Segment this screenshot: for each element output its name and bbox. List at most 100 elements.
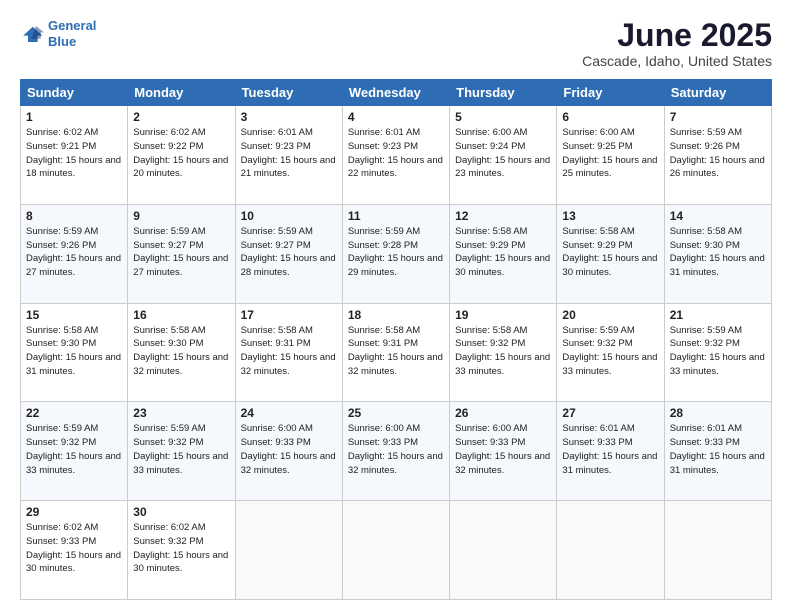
day-info: Sunrise: 6:01 AMSunset: 9:23 PMDaylight:… — [348, 126, 444, 181]
day-info: Sunrise: 6:02 AMSunset: 9:33 PMDaylight:… — [26, 521, 122, 576]
day-number: 20 — [562, 308, 658, 322]
day-info: Sunrise: 5:59 AMSunset: 9:26 PMDaylight:… — [26, 225, 122, 280]
day-number: 19 — [455, 308, 551, 322]
logo: General Blue — [20, 18, 96, 49]
calendar-week-row: 29 Sunrise: 6:02 AMSunset: 9:33 PMDayligh… — [21, 501, 772, 600]
day-info: Sunrise: 5:58 AMSunset: 9:30 PMDaylight:… — [133, 324, 229, 379]
day-info: Sunrise: 6:00 AMSunset: 9:33 PMDaylight:… — [241, 422, 337, 477]
calendar-cell: 8Sunrise: 5:59 AMSunset: 9:26 PMDaylight… — [21, 204, 128, 303]
calendar-cell — [450, 501, 557, 600]
calendar-cell: 27 Sunrise: 6:01 AMSunset: 9:33 PMDayligh… — [557, 402, 664, 501]
calendar-cell: 4 Sunrise: 6:01 AMSunset: 9:23 PMDaylight… — [342, 106, 449, 205]
calendar-cell: 6 Sunrise: 6:00 AMSunset: 9:25 PMDaylight… — [557, 106, 664, 205]
day-number: 4 — [348, 110, 444, 124]
calendar-header-wednesday: Wednesday — [342, 80, 449, 106]
calendar-cell — [664, 501, 771, 600]
day-info: Sunrise: 5:59 AMSunset: 9:27 PMDaylight:… — [133, 225, 229, 280]
day-number: 16 — [133, 308, 229, 322]
calendar-header-tuesday: Tuesday — [235, 80, 342, 106]
day-info: Sunrise: 5:58 AMSunset: 9:29 PMDaylight:… — [455, 225, 551, 280]
calendar-header-row: SundayMondayTuesdayWednesdayThursdayFrid… — [21, 80, 772, 106]
day-number: 10 — [241, 209, 337, 223]
calendar-cell: 21Sunrise: 5:59 AMSunset: 9:32 PMDayligh… — [664, 303, 771, 402]
day-info: Sunrise: 5:59 AMSunset: 9:32 PMDaylight:… — [562, 324, 658, 379]
calendar-cell: 12 Sunrise: 5:58 AMSunset: 9:29 PMDayligh… — [450, 204, 557, 303]
day-info: Sunrise: 6:00 AMSunset: 9:33 PMDaylight:… — [348, 422, 444, 477]
day-info: Sunrise: 6:02 AMSunset: 9:32 PMDaylight:… — [133, 521, 229, 576]
calendar-header-thursday: Thursday — [450, 80, 557, 106]
calendar-cell: 26 Sunrise: 6:00 AMSunset: 9:33 PMDayligh… — [450, 402, 557, 501]
calendar-cell: 23Sunrise: 5:59 AMSunset: 9:32 PMDayligh… — [128, 402, 235, 501]
calendar-cell: 7 Sunrise: 5:59 AMSunset: 9:26 PMDaylight… — [664, 106, 771, 205]
title-section: June 2025 Cascade, Idaho, United States — [582, 18, 772, 69]
calendar-week-row: 8Sunrise: 5:59 AMSunset: 9:26 PMDaylight… — [21, 204, 772, 303]
calendar-cell: 1 Sunrise: 6:02 AMSunset: 9:21 PMDaylight… — [21, 106, 128, 205]
calendar-cell: 11 Sunrise: 5:59 AMSunset: 9:28 PMDayligh… — [342, 204, 449, 303]
logo-text: General Blue — [48, 18, 96, 49]
day-number: 30 — [133, 505, 229, 519]
day-number: 26 — [455, 406, 551, 420]
calendar-cell: 18Sunrise: 5:58 AMSunset: 9:31 PMDayligh… — [342, 303, 449, 402]
day-info: Sunrise: 5:59 AMSunset: 9:28 PMDaylight:… — [348, 225, 444, 280]
day-info: Sunrise: 6:00 AMSunset: 9:33 PMDaylight:… — [455, 422, 551, 477]
day-info: Sunrise: 5:58 AMSunset: 9:31 PMDaylight:… — [348, 324, 444, 379]
calendar-header-sunday: Sunday — [21, 80, 128, 106]
day-info: Sunrise: 6:02 AMSunset: 9:21 PMDaylight:… — [26, 126, 122, 181]
subtitle: Cascade, Idaho, United States — [582, 53, 772, 69]
calendar: SundayMondayTuesdayWednesdayThursdayFrid… — [20, 79, 772, 600]
day-number: 11 — [348, 209, 444, 223]
day-info: Sunrise: 5:58 AMSunset: 9:29 PMDaylight:… — [562, 225, 658, 280]
calendar-cell — [342, 501, 449, 600]
day-number: 21 — [670, 308, 766, 322]
calendar-cell: 5Sunrise: 6:00 AMSunset: 9:24 PMDaylight… — [450, 106, 557, 205]
day-number: 9 — [133, 209, 229, 223]
day-number: 28 — [670, 406, 766, 420]
day-info: Sunrise: 6:00 AMSunset: 9:25 PMDaylight:… — [562, 126, 658, 181]
day-number: 3 — [241, 110, 337, 124]
day-number: 13 — [562, 209, 658, 223]
calendar-header-monday: Monday — [128, 80, 235, 106]
day-info: Sunrise: 5:59 AMSunset: 9:26 PMDaylight:… — [670, 126, 766, 181]
day-number: 6 — [562, 110, 658, 124]
day-number: 22 — [26, 406, 122, 420]
day-number: 25 — [348, 406, 444, 420]
calendar-cell: 17Sunrise: 5:58 AMSunset: 9:31 PMDayligh… — [235, 303, 342, 402]
calendar-cell — [557, 501, 664, 600]
calendar-cell: 22Sunrise: 5:59 AMSunset: 9:32 PMDayligh… — [21, 402, 128, 501]
calendar-cell: 10 Sunrise: 5:59 AMSunset: 9:27 PMDayligh… — [235, 204, 342, 303]
logo-icon — [20, 24, 44, 44]
day-number: 1 — [26, 110, 122, 124]
calendar-cell: 15Sunrise: 5:58 AMSunset: 9:30 PMDayligh… — [21, 303, 128, 402]
page: General Blue June 2025 Cascade, Idaho, U… — [0, 0, 792, 612]
day-info: Sunrise: 5:58 AMSunset: 9:32 PMDaylight:… — [455, 324, 551, 379]
calendar-cell: 28 Sunrise: 6:01 AMSunset: 9:33 PMDayligh… — [664, 402, 771, 501]
calendar-cell: 13 Sunrise: 5:58 AMSunset: 9:29 PMDayligh… — [557, 204, 664, 303]
calendar-header-saturday: Saturday — [664, 80, 771, 106]
calendar-cell: 20 Sunrise: 5:59 AMSunset: 9:32 PMDayligh… — [557, 303, 664, 402]
calendar-cell: 24Sunrise: 6:00 AMSunset: 9:33 PMDayligh… — [235, 402, 342, 501]
day-info: Sunrise: 5:58 AMSunset: 9:30 PMDaylight:… — [670, 225, 766, 280]
calendar-week-row: 1 Sunrise: 6:02 AMSunset: 9:21 PMDaylight… — [21, 106, 772, 205]
calendar-cell: 9 Sunrise: 5:59 AMSunset: 9:27 PMDaylight… — [128, 204, 235, 303]
logo-line2: Blue — [48, 34, 76, 49]
day-info: Sunrise: 6:01 AMSunset: 9:33 PMDaylight:… — [670, 422, 766, 477]
calendar-week-row: 22 Sunrise: 5:59 AMSunset: 9:32 PMDayligh… — [21, 402, 772, 501]
day-number: 29 — [26, 505, 122, 519]
day-info: Sunrise: 5:59 AMSunset: 9:32 PMDaylight:… — [133, 422, 229, 477]
calendar-cell: 14 Sunrise: 5:58 AMSunset: 9:30 PMDayligh… — [664, 204, 771, 303]
calendar-cell: 30 Sunrise: 6:02 AMSunset: 9:32 PMDayligh… — [128, 501, 235, 600]
day-number: 12 — [455, 209, 551, 223]
day-info: Sunrise: 5:59 AMSunset: 9:27 PMDaylight:… — [241, 225, 337, 280]
day-info: Sunrise: 6:01 AMSunset: 9:23 PMDaylight:… — [241, 126, 337, 181]
day-info: Sunrise: 6:01 AMSunset: 9:33 PMDaylight:… — [562, 422, 658, 477]
day-number: 14 — [670, 209, 766, 223]
day-number: 7 — [670, 110, 766, 124]
calendar-cell: 19 Sunrise: 5:58 AMSunset: 9:32 PMDayligh… — [450, 303, 557, 402]
calendar-cell: 29 Sunrise: 6:02 AMSunset: 9:33 PMDayligh… — [21, 501, 128, 600]
day-number: 5 — [455, 110, 551, 124]
calendar-cell: 2Sunrise: 6:02 AMSunset: 9:22 PMDaylight… — [128, 106, 235, 205]
day-info: Sunrise: 5:58 AMSunset: 9:31 PMDaylight:… — [241, 324, 337, 379]
day-info: Sunrise: 5:58 AMSunset: 9:30 PMDaylight:… — [26, 324, 122, 379]
day-info: Sunrise: 6:02 AMSunset: 9:22 PMDaylight:… — [133, 126, 229, 181]
day-number: 27 — [562, 406, 658, 420]
